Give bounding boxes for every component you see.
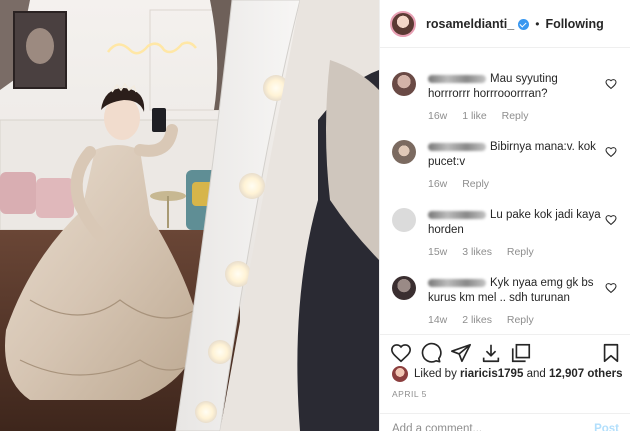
comment-reply-button[interactable]: Reply	[507, 246, 534, 258]
comment-time[interactable]: 16w	[428, 178, 447, 190]
copy-icon[interactable]	[510, 342, 532, 364]
comment-like-heart-icon[interactable]	[605, 78, 617, 90]
comment-like-heart-icon[interactable]	[605, 214, 617, 226]
comment-text: Bibirnya mana:v. kok pucet:v	[428, 141, 596, 168]
comment-meta: 15w 3 likes Reply	[428, 246, 601, 258]
author-avatar[interactable]	[390, 10, 416, 37]
heart-icon[interactable]	[390, 342, 412, 364]
comment-likes[interactable]: 3 likes	[462, 246, 492, 258]
add-comment-bar: Add a comment... Post	[380, 413, 630, 431]
following-button[interactable]: Following	[545, 17, 603, 31]
share-icon[interactable]	[450, 342, 472, 364]
header-separator: •	[535, 16, 540, 31]
comment-text: Mau syyuting horrrorrr horrrooorrran?	[428, 73, 558, 100]
comment-reply-button[interactable]: Reply	[462, 178, 489, 190]
commenter-username-blurred[interactable]	[428, 74, 486, 83]
post-action-bar	[380, 334, 630, 364]
comment-likes[interactable]: 2 likes	[462, 314, 492, 326]
likes-summary: Liked by riaricis1795 and 12,907 others	[392, 366, 627, 382]
comment-item: Mau syyuting horrrorrr horrrooorrran? 16…	[380, 72, 630, 122]
liked-by-prefix: Liked by	[414, 368, 457, 380]
post-photo[interactable]	[0, 0, 379, 431]
comment-time[interactable]: 14w	[428, 314, 447, 326]
comment-text: Lu pake kok jadi kaya horden	[428, 209, 601, 236]
post-date[interactable]: APRIL 5	[392, 389, 427, 399]
commenter-username-blurred[interactable]	[428, 142, 486, 151]
comment-meta: 16w 1 like Reply	[428, 110, 601, 122]
comment-item: Lu pake kok jadi kaya horden 15w 3 likes…	[380, 208, 630, 258]
liker-avatar[interactable]	[392, 366, 408, 382]
comment-reply-button[interactable]: Reply	[502, 110, 529, 122]
comment-like-heart-icon[interactable]	[605, 146, 617, 158]
commenter-avatar[interactable]	[392, 140, 416, 164]
author-username[interactable]: rosameldianti_	[426, 17, 514, 31]
previous-comment-meta	[380, 48, 630, 56]
post-comment-button[interactable]: Post	[594, 423, 619, 431]
verified-badge-icon	[518, 19, 530, 30]
comment-time[interactable]: 15w	[428, 246, 447, 258]
comment-likes[interactable]: 1 like	[462, 110, 487, 122]
instagram-post-viewer: rosameldianti_ • Following Mau syyuting …	[0, 0, 630, 431]
comment-icon[interactable]	[420, 342, 442, 364]
likes-count[interactable]: 12,907 others	[549, 368, 623, 380]
commenter-avatar[interactable]	[392, 208, 416, 232]
commenter-avatar[interactable]	[392, 276, 416, 300]
commenter-username-blurred[interactable]	[428, 210, 486, 219]
liker-username[interactable]: riaricis1795	[460, 368, 523, 380]
comment-reply-button[interactable]: Reply	[507, 314, 534, 326]
liked-by-conjunction: and	[526, 368, 546, 380]
comments-list[interactable]: Mau syyuting horrrorrr horrrooorrran? 16…	[380, 48, 630, 334]
commenter-username-blurred[interactable]	[428, 278, 486, 287]
comment-item: Bibirnya mana:v. kok pucet:v 16w Reply	[380, 140, 630, 190]
post-side-panel: rosameldianti_ • Following Mau syyuting …	[379, 0, 630, 431]
comment-like-heart-icon[interactable]	[605, 282, 617, 294]
comment-meta: 14w 2 likes Reply	[428, 314, 601, 326]
comment-time[interactable]: 16w	[428, 110, 447, 122]
post-header: rosameldianti_ • Following	[380, 0, 630, 48]
comment-meta: 16w Reply	[428, 178, 601, 190]
download-icon[interactable]	[480, 342, 502, 364]
comment-text: Kyk nyaa emg gk bs kurus km mel .. sdh t…	[428, 277, 594, 304]
bookmark-icon[interactable]	[600, 342, 622, 364]
commenter-avatar[interactable]	[392, 72, 416, 96]
mirror-selfie-image	[0, 0, 379, 431]
comment-input[interactable]: Add a comment...	[392, 423, 594, 431]
comment-item: Kyk nyaa emg gk bs kurus km mel .. sdh t…	[380, 276, 630, 326]
